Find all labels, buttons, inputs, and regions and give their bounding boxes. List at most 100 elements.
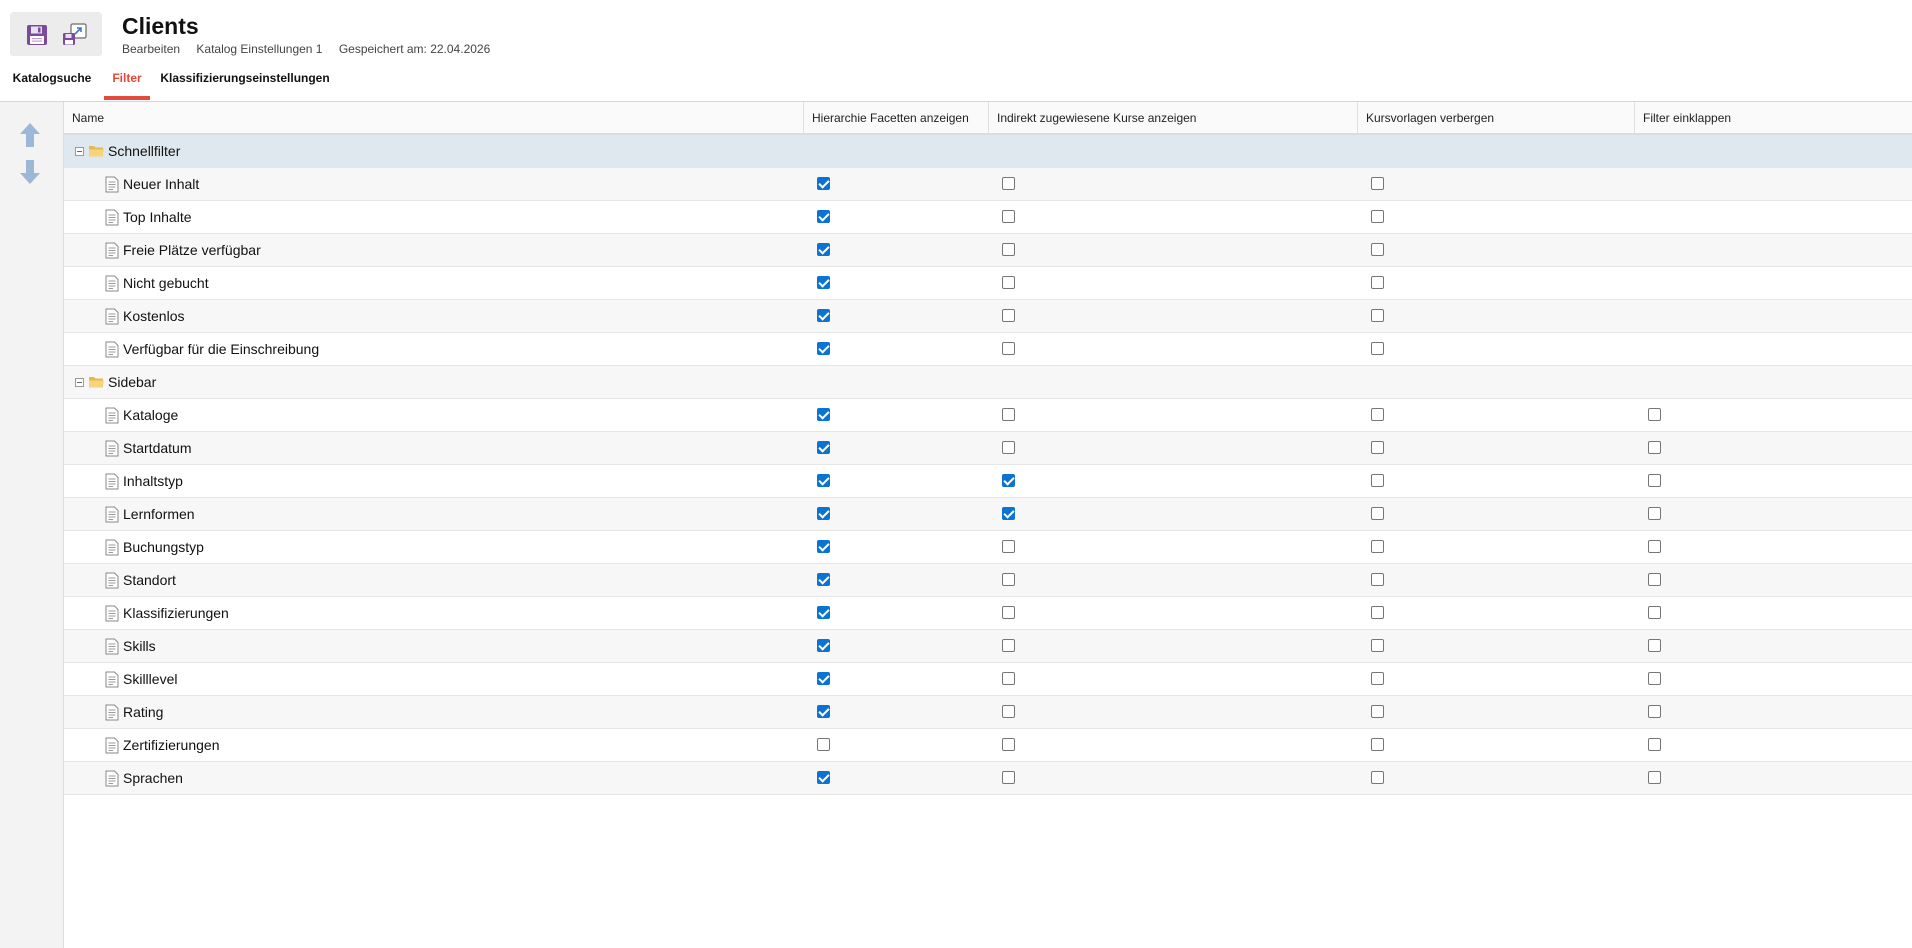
einklappen-checkbox[interactable] [1648, 474, 1661, 487]
column-header-indirekt-kurse[interactable]: Indirekt zugewiesene Kurse anzeigen [989, 102, 1358, 133]
indirekt-checkbox[interactable] [1002, 210, 1015, 223]
save-export-button[interactable] [60, 20, 90, 50]
table-row[interactable]: Freie Plätze verfügbar [64, 234, 1912, 267]
indirekt-checkbox[interactable] [1002, 276, 1015, 289]
column-header-name[interactable]: Name [64, 102, 804, 133]
collapse-toggle-icon[interactable] [75, 377, 84, 387]
table-row[interactable]: Nicht gebucht [64, 267, 1912, 300]
indirekt-checkbox[interactable] [1002, 738, 1015, 751]
move-up-button[interactable] [17, 120, 43, 150]
table-row[interactable]: Startdatum [64, 432, 1912, 465]
einklappen-checkbox[interactable] [1648, 540, 1661, 553]
column-header-kursvorlagen[interactable]: Kursvorlagen verbergen [1358, 102, 1635, 133]
hierarchie-checkbox[interactable] [817, 771, 830, 784]
hierarchie-checkbox[interactable] [817, 639, 830, 652]
table-row[interactable]: Zertifizierungen [64, 729, 1912, 762]
kursvorlagen-checkbox[interactable] [1371, 243, 1384, 256]
hierarchie-checkbox[interactable] [817, 342, 830, 355]
kursvorlagen-checkbox[interactable] [1371, 771, 1384, 784]
tab-filter[interactable]: Filter [104, 64, 150, 100]
einklappen-checkbox[interactable] [1648, 606, 1661, 619]
einklappen-checkbox[interactable] [1648, 507, 1661, 520]
table-row[interactable]: Buchungstyp [64, 531, 1912, 564]
hierarchie-checkbox[interactable] [817, 606, 830, 619]
kursvorlagen-checkbox[interactable] [1371, 309, 1384, 322]
kursvorlagen-checkbox[interactable] [1371, 441, 1384, 454]
kursvorlagen-checkbox[interactable] [1371, 474, 1384, 487]
hierarchie-checkbox[interactable] [817, 309, 830, 322]
einklappen-checkbox[interactable] [1648, 672, 1661, 685]
hierarchie-checkbox[interactable] [817, 210, 830, 223]
einklappen-checkbox[interactable] [1648, 705, 1661, 718]
indirekt-checkbox[interactable] [1002, 639, 1015, 652]
kursvorlagen-checkbox[interactable] [1371, 210, 1384, 223]
table-row[interactable]: Lernformen [64, 498, 1912, 531]
table-row[interactable]: Standort [64, 564, 1912, 597]
kursvorlagen-checkbox[interactable] [1371, 738, 1384, 751]
tab-katalogsuche[interactable]: Katalogsuche [7, 64, 97, 97]
indirekt-checkbox[interactable] [1002, 243, 1015, 256]
hierarchie-checkbox[interactable] [817, 540, 830, 553]
move-down-button[interactable] [17, 157, 43, 187]
kursvorlagen-checkbox[interactable] [1371, 276, 1384, 289]
tab-klassifizierungseinstellungen[interactable]: Klassifizierungseinstellungen [157, 64, 333, 97]
indirekt-checkbox[interactable] [1002, 177, 1015, 190]
table-row[interactable]: Inhaltstyp [64, 465, 1912, 498]
table-row[interactable]: Top Inhalte [64, 201, 1912, 234]
kursvorlagen-checkbox[interactable] [1371, 507, 1384, 520]
kursvorlagen-checkbox[interactable] [1371, 408, 1384, 421]
table-row[interactable]: Kataloge [64, 399, 1912, 432]
table-row[interactable]: Sprachen [64, 762, 1912, 795]
hierarchie-checkbox[interactable] [817, 408, 830, 421]
kursvorlagen-checkbox[interactable] [1371, 606, 1384, 619]
collapse-toggle-icon[interactable] [75, 146, 84, 156]
table-row[interactable]: Klassifizierungen [64, 597, 1912, 630]
hierarchie-checkbox[interactable] [817, 705, 830, 718]
einklappen-checkbox[interactable] [1648, 738, 1661, 751]
indirekt-checkbox[interactable] [1002, 606, 1015, 619]
group-row-sidebar[interactable]: Sidebar [64, 366, 1912, 399]
hierarchie-checkbox[interactable] [817, 738, 830, 751]
table-row[interactable]: Kostenlos [64, 300, 1912, 333]
column-header-hierarchie-facetten[interactable]: Hierarchie Facetten anzeigen [804, 102, 989, 133]
column-header-filter-einklappen[interactable]: Filter einklappen [1635, 102, 1912, 133]
hierarchie-checkbox[interactable] [817, 474, 830, 487]
indirekt-checkbox[interactable] [1002, 705, 1015, 718]
einklappen-checkbox[interactable] [1648, 771, 1661, 784]
kursvorlagen-checkbox[interactable] [1371, 540, 1384, 553]
group-row-schnellfilter[interactable]: Schnellfilter [64, 135, 1912, 168]
indirekt-checkbox[interactable] [1002, 573, 1015, 586]
indirekt-checkbox[interactable] [1002, 540, 1015, 553]
einklappen-checkbox[interactable] [1648, 408, 1661, 421]
save-button[interactable] [22, 20, 52, 50]
indirekt-checkbox[interactable] [1002, 309, 1015, 322]
hierarchie-checkbox[interactable] [817, 507, 830, 520]
einklappen-checkbox[interactable] [1648, 639, 1661, 652]
indirekt-checkbox[interactable] [1002, 474, 1015, 487]
hierarchie-checkbox[interactable] [817, 177, 830, 190]
indirekt-checkbox[interactable] [1002, 507, 1015, 520]
kursvorlagen-checkbox[interactable] [1371, 177, 1384, 190]
hierarchie-checkbox[interactable] [817, 276, 830, 289]
kursvorlagen-checkbox[interactable] [1371, 672, 1384, 685]
table-row[interactable]: Verfügbar für die Einschreibung [64, 333, 1912, 366]
indirekt-checkbox[interactable] [1002, 408, 1015, 421]
table-row[interactable]: Rating [64, 696, 1912, 729]
hierarchie-checkbox[interactable] [817, 573, 830, 586]
einklappen-checkbox[interactable] [1648, 441, 1661, 454]
hierarchie-checkbox[interactable] [817, 672, 830, 685]
hierarchie-checkbox[interactable] [817, 441, 830, 454]
hierarchie-checkbox[interactable] [817, 243, 830, 256]
indirekt-checkbox[interactable] [1002, 672, 1015, 685]
indirekt-checkbox[interactable] [1002, 342, 1015, 355]
kursvorlagen-checkbox[interactable] [1371, 705, 1384, 718]
indirekt-checkbox[interactable] [1002, 771, 1015, 784]
table-row[interactable]: Skills [64, 630, 1912, 663]
einklappen-checkbox[interactable] [1648, 573, 1661, 586]
indirekt-checkbox[interactable] [1002, 441, 1015, 454]
kursvorlagen-checkbox[interactable] [1371, 573, 1384, 586]
table-row[interactable]: Neuer Inhalt [64, 168, 1912, 201]
kursvorlagen-checkbox[interactable] [1371, 342, 1384, 355]
kursvorlagen-checkbox[interactable] [1371, 639, 1384, 652]
table-row[interactable]: Skilllevel [64, 663, 1912, 696]
